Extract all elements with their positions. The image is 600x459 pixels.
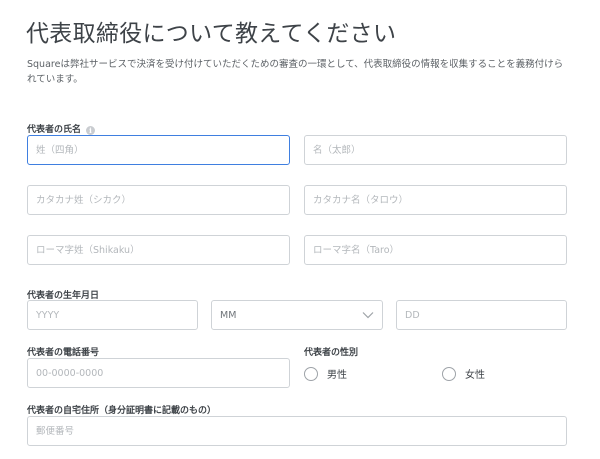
radio-circle-female[interactable] [442, 366, 456, 381]
first-name-roman-input[interactable] [304, 235, 567, 265]
page-title: 代表取締役について教えてください [26, 21, 397, 47]
name-label-text: 代表者の氏名 [27, 125, 82, 135]
gender-female-label: 女性 [465, 370, 485, 381]
chevron-down-icon [362, 312, 374, 319]
gender-radio-female[interactable]: 女性 [442, 366, 485, 381]
last-name-roman-input[interactable] [27, 235, 290, 265]
phone-label: 代表者の電話番号 [27, 348, 100, 358]
info-icon[interactable]: i [86, 126, 96, 135]
gender-label: 代表者の性別 [304, 348, 359, 358]
birth-day-input[interactable] [396, 300, 567, 330]
page-description: Squareは弊社サービスで決済を受け付けていただくための審査の一環として、代表… [27, 59, 564, 85]
gender-male-label: 男性 [327, 370, 347, 381]
address-label: 代表者の自宅住所（身分証明書に記載のもの） [27, 406, 217, 416]
postal-code-input[interactable] [27, 416, 567, 446]
first-name-kana-input[interactable] [304, 185, 567, 215]
first-name-input[interactable] [304, 135, 567, 165]
owner-info-page: 代表取締役について教えてください Squareは弊社サービスで決済を受け付けてい… [0, 0, 600, 459]
last-name-input[interactable] [27, 135, 290, 165]
radio-circle-male[interactable] [304, 366, 318, 381]
birth-year-input[interactable] [27, 300, 198, 330]
birth-month-select[interactable]: MM [211, 300, 383, 330]
gender-radio-male[interactable]: 男性 [304, 366, 347, 381]
name-label: 代表者の氏名 i [27, 122, 96, 135]
last-name-kana-input[interactable] [27, 185, 290, 215]
phone-input[interactable] [27, 358, 290, 388]
birth-month-value: MM [220, 309, 237, 321]
